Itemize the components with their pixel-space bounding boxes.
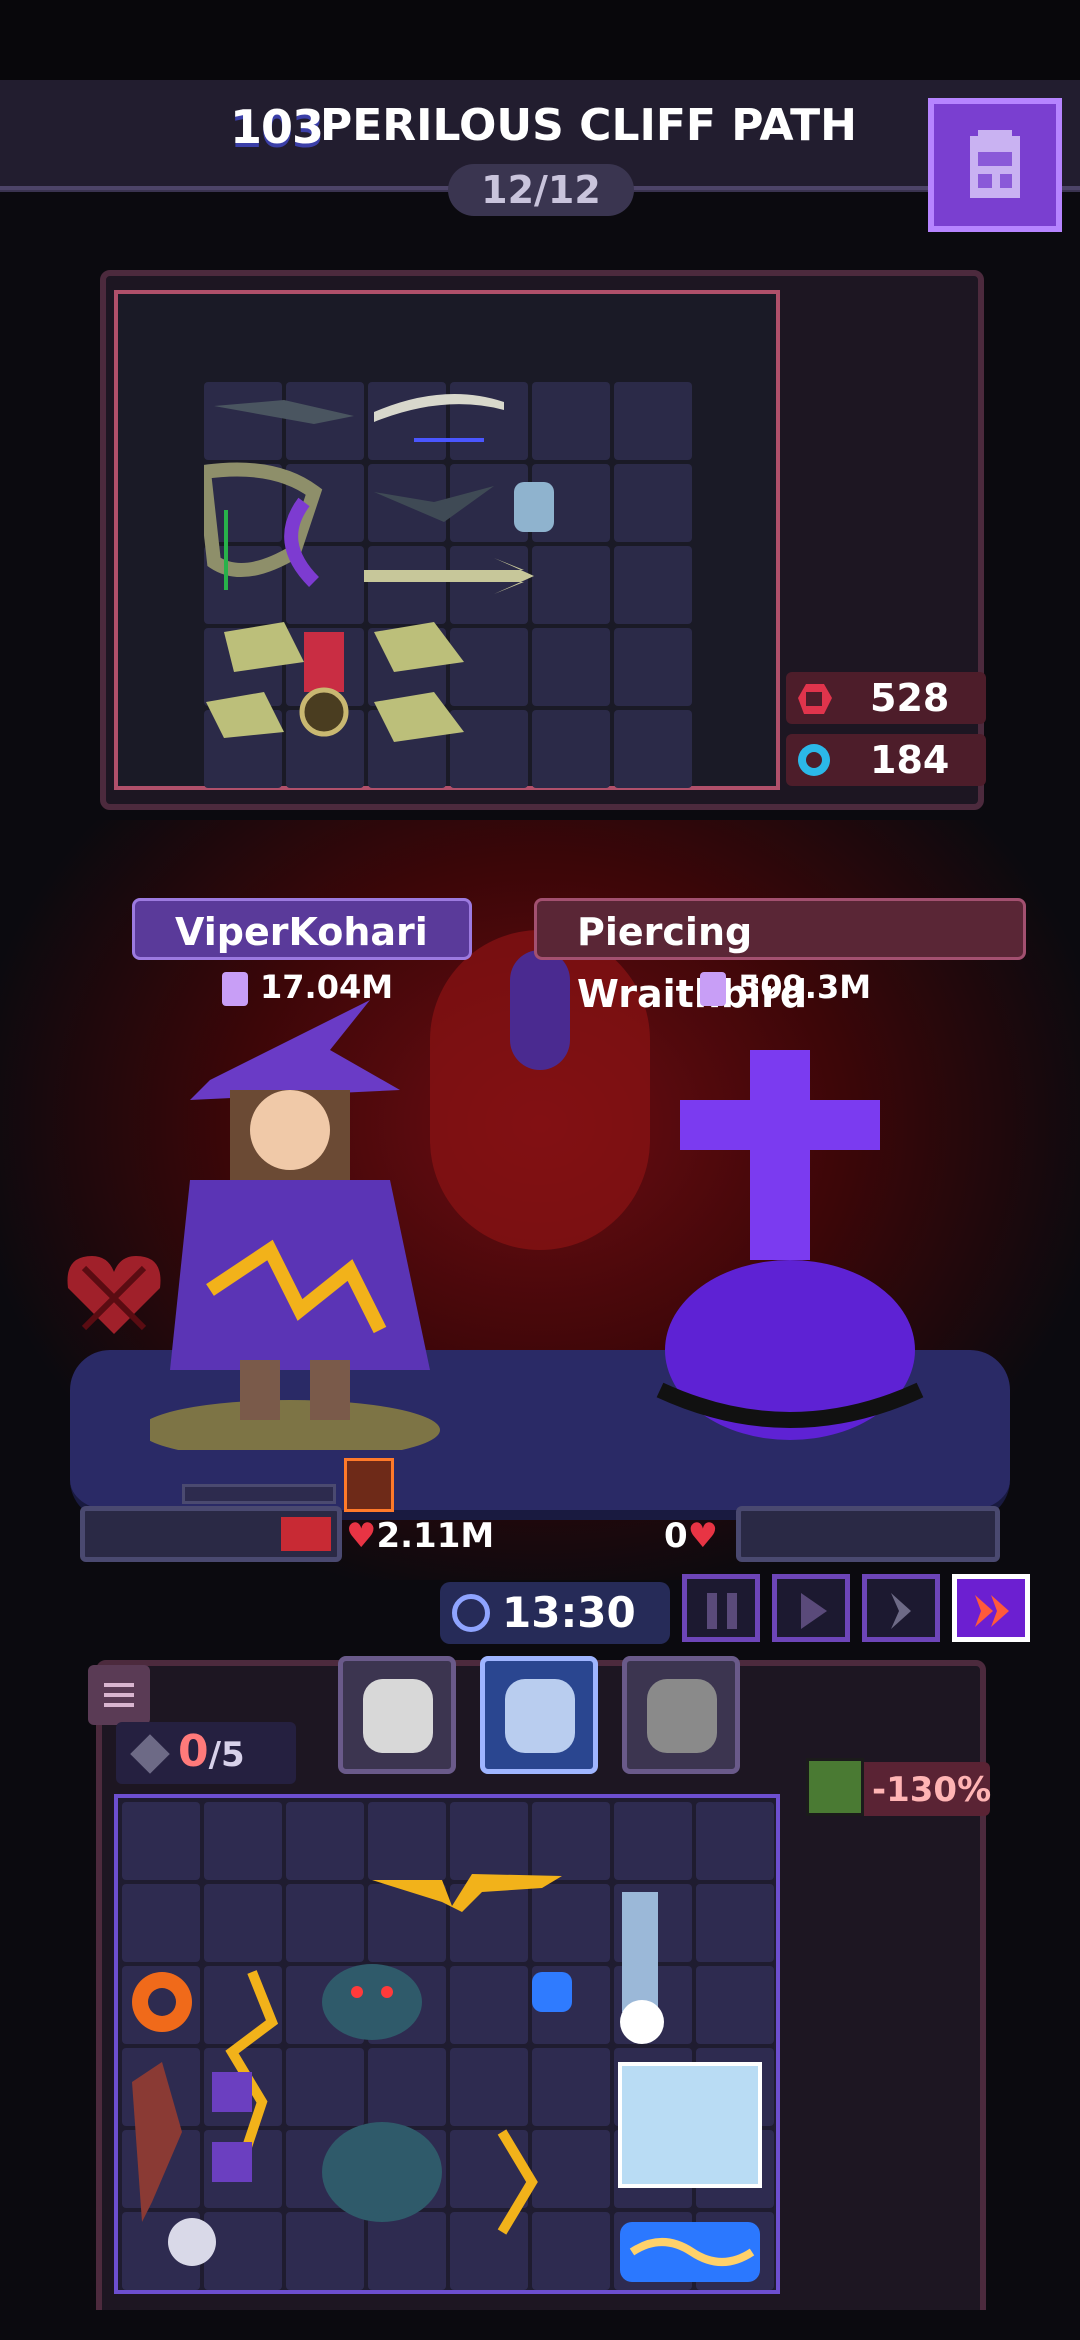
orb-icon [168,2218,216,2266]
menu-line [104,1683,134,1687]
inventory-menu-button[interactable] [88,1665,150,1725]
heart-icon: ♥ [687,1516,719,1556]
potion-icon [514,482,554,532]
battle-timer-value: 13:30 [502,1588,636,1637]
gem-icon [130,1734,170,1774]
status-bar [0,0,1080,80]
slot-counter-text: 0/5 [178,1726,245,1777]
gremlin-icon [322,1964,422,2040]
clock-icon [452,1594,490,1632]
wolf-pet-icon [505,1679,575,1753]
enemy-items[interactable] [204,382,696,788]
enemy-power-value: 509.3M [738,968,872,1006]
double-chevron-right-icon [975,1595,1009,1627]
slots-used: 0 [178,1726,209,1777]
crystal-icon [212,2072,252,2112]
enemy-hp-value: 0 [664,1516,688,1556]
gremlin-icon [322,2122,442,2222]
battle-timer: 13:30 [440,1582,670,1644]
enemy-hp-bar [736,1506,1000,1562]
feather-icon [374,486,494,522]
sword-icon [700,972,726,1006]
ghost-pet-icon [363,1679,433,1753]
bow-icon [374,394,504,422]
gear-shield-icon [798,744,830,776]
backpack-icon [970,130,1020,198]
player-hp-bar [80,1506,342,1562]
enemy-attack-stat: 528 [786,672,986,724]
feather-icon [214,400,354,424]
stage-level-number: 103 [230,100,324,154]
player-name-tag: ViperKohari [132,898,472,960]
menu-line [104,1703,134,1707]
rain-scroll-icon [622,1892,658,2012]
damage-modifier: -130% [806,1758,992,1816]
enemy-defense-stat: 184 [786,734,986,786]
bone-icon [206,692,284,738]
pause-button[interactable] [682,1574,760,1642]
enemy-name-tag: Piercing Wraithbird [534,898,1026,1016]
lightning-bolt-icon [225,1970,279,2164]
gem-cluster-icon [532,1972,572,2012]
arrow-icon [364,558,534,594]
tab-wolf[interactable] [480,1656,598,1774]
bone-icon [224,622,304,672]
burn-status-icon [344,1458,394,1512]
play-button[interactable] [772,1574,850,1642]
bone-icon [374,692,464,742]
slots-total: /5 [208,1735,245,1775]
heart-broken-icon [67,1256,161,1334]
play-icon [801,1593,827,1629]
fist-icon [798,684,832,714]
enemy-attack-value: 528 [870,676,950,720]
enemy-tombstone-character[interactable] [640,1050,940,1450]
player-shield-bar [182,1484,336,1504]
heart-icon: ♥ [346,1516,377,1556]
chevron-right-icon [891,1593,911,1629]
enemy-hp: 0♥ [664,1516,718,1556]
medal-icon [304,632,344,692]
damage-modifier-value: -130% [872,1770,992,1810]
player-hp: ♥2.11M [346,1516,494,1556]
player-hp-fill [281,1517,331,1551]
fastest-speed-button[interactable] [952,1574,1030,1642]
player-witch-character[interactable] [150,990,450,1450]
fast-forward-button[interactable] [862,1574,940,1642]
player-items[interactable] [122,1802,774,2290]
menu-line [104,1693,134,1697]
enemy-defense-value: 184 [870,738,950,782]
blizzard-card-icon [618,2062,762,2188]
crystal-icon [212,2142,252,2182]
backpack-button[interactable] [928,98,1062,232]
lightning-wand-icon [372,1874,562,1912]
stage-title: PERILOUS CLIFF PATH [320,100,857,151]
torch-icon [132,2062,182,2222]
enemy-power: 509.3M [700,968,871,1006]
bone-icon [374,622,464,672]
player-hp-value: 2.11M [376,1516,495,1556]
bottom-edge [0,2310,1080,2340]
wave-progress: 12/12 [448,164,634,216]
slot-counter: 0/5 [116,1722,296,1784]
cat-pet-icon [647,1679,717,1753]
tab-cat[interactable] [622,1656,740,1774]
modifier-icon [806,1758,864,1816]
tab-ghost[interactable] [338,1656,456,1774]
background-rune-core [510,950,570,1070]
pause-icon [707,1593,737,1629]
